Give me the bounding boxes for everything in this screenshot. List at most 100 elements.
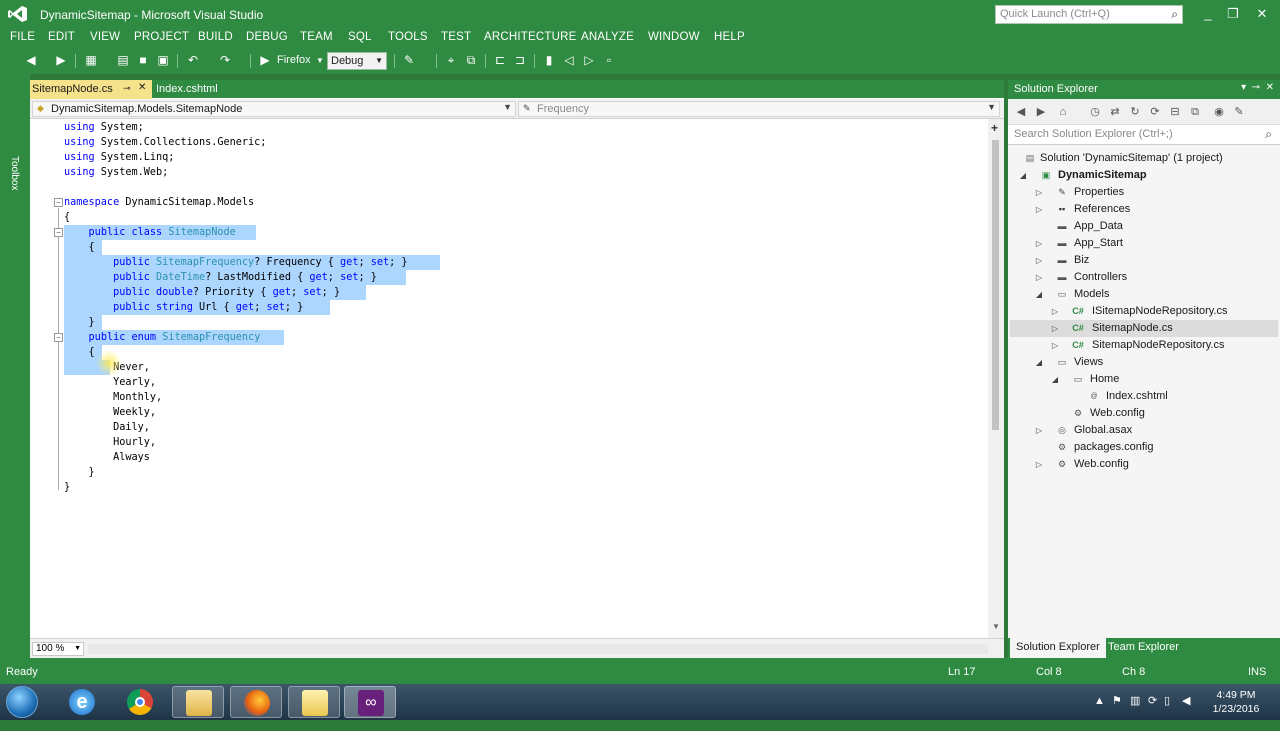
sync-icon[interactable]: ⟳: [1148, 694, 1157, 730]
action-center-icon[interactable]: ⚑: [1112, 694, 1122, 730]
tree-item-biz[interactable]: ▷ ▬ Biz: [1010, 252, 1278, 269]
tree-item-isitemapnoderepository[interactable]: ▷ C# ISitemapNodeRepository.cs: [1010, 303, 1278, 320]
clear-bookmarks-icon[interactable]: ▫: [602, 53, 616, 67]
menu-file[interactable]: FILE: [10, 31, 35, 43]
tab-index-cshtml[interactable]: Index.cshtml: [156, 83, 218, 95]
member-dropdown[interactable]: ✎ Frequency ▼: [518, 101, 1000, 117]
comment-icon[interactable]: ⊏: [493, 53, 507, 67]
collapse-class-icon[interactable]: −: [54, 228, 63, 237]
tree-item-home[interactable]: ◢ ▭ Home: [1010, 371, 1278, 388]
start-button[interactable]: [6, 686, 38, 718]
zoom-select[interactable]: 100 % ▼: [32, 642, 84, 656]
tree-item-references[interactable]: ▷ ▪▪ References: [1010, 201, 1278, 218]
preview-icon[interactable]: ◉: [1212, 105, 1226, 119]
run-target-label[interactable]: Firefox: [277, 54, 311, 66]
menu-architecture[interactable]: ARCHITECTURE: [484, 31, 577, 43]
save-all-icon[interactable]: ▣: [156, 53, 170, 67]
dropdown-icon[interactable]: ▾: [1241, 82, 1246, 93]
scroll-down-icon[interactable]: ▼: [992, 622, 1000, 631]
prev-bookmark-icon[interactable]: ◁: [562, 53, 576, 67]
tree-item-app-start[interactable]: ▷ ▬ App_Start: [1010, 235, 1278, 252]
collapsed-icon[interactable]: ▷: [1050, 320, 1060, 337]
expanded-icon[interactable]: ◢: [1018, 167, 1028, 184]
tree-item-sitemapnode[interactable]: ▷ C# SitemapNode.cs: [1010, 320, 1278, 337]
menu-edit[interactable]: EDIT: [48, 31, 75, 43]
tree-item-global-asax[interactable]: ▷ ◎ Global.asax: [1010, 422, 1278, 439]
refresh-icon[interactable]: ⟳: [1148, 105, 1162, 119]
tree-item-solution[interactable]: ▤ Solution 'DynamicSitemap' (1 project): [1010, 150, 1278, 167]
collapse-all-icon[interactable]: ⊟: [1168, 105, 1182, 119]
tab-solution-explorer[interactable]: Solution Explorer: [1010, 638, 1106, 658]
taskbar-firefox[interactable]: [230, 686, 282, 718]
history-icon[interactable]: ◷: [1088, 105, 1102, 119]
bookmark-icon[interactable]: ▮: [542, 53, 556, 67]
tree-item-app-data[interactable]: ▬ App_Data: [1010, 218, 1278, 235]
navigate-forward-icon[interactable]: ▶: [54, 53, 68, 67]
type-dropdown[interactable]: ◆ DynamicSitemap.Models.SitemapNode ▼: [32, 101, 516, 117]
tab-sitemapnode-cs[interactable]: SitemapNode.cs ⊸ ✕: [30, 80, 152, 99]
pending-changes-icon[interactable]: ⇄: [1108, 105, 1122, 119]
save-icon[interactable]: ■: [136, 53, 150, 67]
collapsed-icon[interactable]: ▷: [1034, 456, 1044, 473]
toolbox-tab[interactable]: Toolbox: [9, 156, 20, 190]
uncomment-icon[interactable]: ⊐: [513, 53, 527, 67]
split-icon[interactable]: +: [991, 121, 998, 135]
volume-icon[interactable]: ◀: [1182, 694, 1190, 730]
taskbar-chrome[interactable]: [114, 686, 166, 718]
close-icon[interactable]: ✕: [138, 82, 146, 93]
collapsed-icon[interactable]: ▷: [1034, 235, 1044, 252]
menu-help[interactable]: HELP: [714, 31, 745, 43]
tree-item-web-config[interactable]: ▷ ⚙ Web.config: [1010, 456, 1278, 473]
tree-item-project[interactable]: ◢ ▣ DynamicSitemap: [1010, 167, 1278, 184]
configuration-select[interactable]: Debug ▼: [327, 52, 387, 70]
open-file-icon[interactable]: ▤: [116, 53, 130, 67]
close-icon[interactable]: ✕: [1266, 82, 1274, 93]
tree-item-views[interactable]: ◢ ▭ Views: [1010, 354, 1278, 371]
minimize-button[interactable]: _: [1196, 4, 1220, 24]
collapsed-icon[interactable]: ▷: [1034, 252, 1044, 269]
collapsed-icon[interactable]: ▷: [1050, 303, 1060, 320]
horizontal-scrollbar[interactable]: [88, 644, 988, 654]
restore-button[interactable]: ❐: [1221, 4, 1245, 24]
tree-item-packages-config[interactable]: ⚙ packages.config: [1010, 439, 1278, 456]
find-icon[interactable]: ⌖: [444, 53, 458, 67]
network-icon[interactable]: ▯: [1164, 694, 1170, 730]
attach-icon[interactable]: ✎: [402, 53, 416, 67]
taskbar-clock[interactable]: 4:49 PM 1/23/2016: [1206, 688, 1266, 716]
menu-debug[interactable]: DEBUG: [246, 31, 288, 43]
redo-icon[interactable]: ↷: [218, 53, 232, 67]
taskbar-internet-explorer[interactable]: e: [56, 686, 108, 718]
menu-tools[interactable]: TOOLS: [388, 31, 428, 43]
tab-team-explorer[interactable]: Team Explorer: [1108, 641, 1179, 653]
tree-item-properties[interactable]: ▷ ✎ Properties: [1010, 184, 1278, 201]
taskbar-visual-studio[interactable]: ∞: [344, 686, 396, 718]
expanded-icon[interactable]: ◢: [1050, 371, 1060, 388]
navigate-back-icon[interactable]: ◀: [24, 53, 38, 67]
pin-icon[interactable]: ⊸: [1252, 82, 1260, 93]
menu-test[interactable]: TEST: [441, 31, 471, 43]
collapse-namespace-icon[interactable]: −: [54, 198, 63, 207]
tree-item-controllers[interactable]: ▷ ▬ Controllers: [1010, 269, 1278, 286]
close-button[interactable]: ✕: [1250, 4, 1274, 24]
back-icon[interactable]: ◀: [1014, 105, 1028, 119]
find-files-icon[interactable]: ⧉: [464, 53, 478, 67]
collapsed-icon[interactable]: ▷: [1034, 422, 1044, 439]
sync-icon[interactable]: ↻: [1128, 105, 1142, 119]
tree-item-sitemapnoderepository[interactable]: ▷ C# SitemapNodeRepository.cs: [1010, 337, 1278, 354]
properties-icon[interactable]: ✎: [1232, 105, 1246, 119]
new-project-icon[interactable]: ▦: [84, 53, 98, 67]
show-hidden-icons[interactable]: ▲: [1094, 695, 1105, 731]
expanded-icon[interactable]: ◢: [1034, 354, 1044, 371]
forward-icon[interactable]: ▶: [1034, 105, 1048, 119]
start-debugging-icon[interactable]: ▶: [258, 53, 272, 67]
menu-build[interactable]: BUILD: [198, 31, 233, 43]
collapse-enum-icon[interactable]: −: [54, 333, 63, 342]
chevron-down-icon[interactable]: ▼: [316, 56, 324, 65]
taskbar-file-explorer[interactable]: [172, 686, 224, 718]
menu-project[interactable]: PROJECT: [134, 31, 189, 43]
quick-launch-input[interactable]: Quick Launch (Ctrl+Q) ⌕: [995, 5, 1183, 24]
menu-view[interactable]: VIEW: [90, 31, 120, 43]
tree-item-models[interactable]: ◢ ▭ Models: [1010, 286, 1278, 303]
show-all-files-icon[interactable]: ⧉: [1188, 105, 1202, 119]
tree-item-views-web-config[interactable]: ⚙ Web.config: [1010, 405, 1278, 422]
